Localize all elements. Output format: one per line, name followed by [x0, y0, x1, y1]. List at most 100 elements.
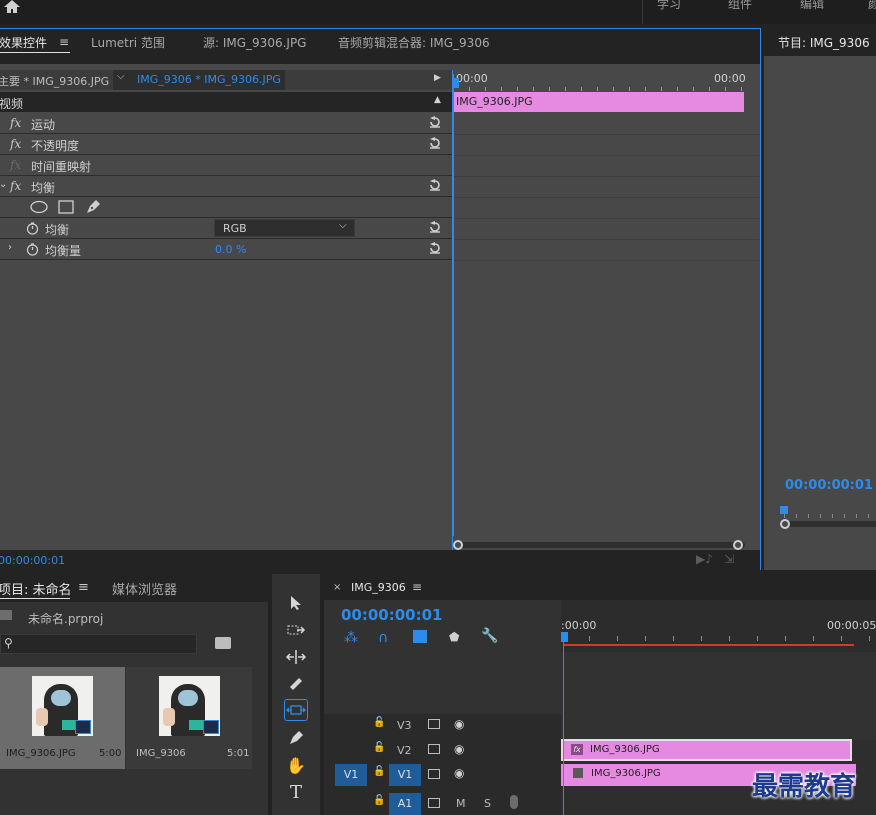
export-icon[interactable]: ⇲	[724, 552, 734, 566]
panel-menu-icon[interactable]: ≡	[59, 35, 69, 49]
slip-tool-icon[interactable]	[284, 699, 308, 721]
media-item-duration: 5:01	[227, 748, 250, 759]
clip-v2[interactable]: fx IMG_9306.JPG	[561, 739, 852, 761]
search-input[interactable]: ⚲	[0, 634, 197, 654]
master-clip-label[interactable]: 主要 * IMG_9306.JPG	[0, 73, 109, 89]
program-playhead[interactable]	[780, 506, 788, 514]
timeline-ruler-start: :00:00	[561, 619, 597, 632]
tab-media-browser[interactable]: 媒体浏览器	[112, 579, 177, 598]
effect-row-time-remap[interactable]: fx 时间重映射	[0, 155, 452, 176]
project-file-name: 未命名.prproj	[28, 612, 104, 626]
tab-sequence[interactable]: IMG_9306	[351, 581, 406, 594]
pen-mask-icon[interactable]	[85, 199, 101, 215]
program-zoom-handle[interactable]	[780, 519, 790, 529]
zoom-scrollbar[interactable]	[453, 542, 745, 548]
find-icon[interactable]	[215, 637, 231, 649]
mute-button[interactable]: M	[456, 797, 466, 810]
media-item-name: IMG_9306	[136, 748, 186, 759]
source-patch-v1[interactable]: V1	[335, 764, 367, 786]
sequence-clip-dropdown[interactable]: ⌵ IMG_9306 * IMG_9306.JPG	[113, 70, 285, 90]
effect-controls-panel: 效果控件 ≡ Lumetri 范围 源: IMG_9306.JPG 音频剪辑混合…	[0, 28, 761, 570]
expand-arrow-icon[interactable]: ▶	[434, 73, 441, 83]
eye-icon[interactable]: ◉	[454, 717, 464, 731]
program-timecode[interactable]: 00:00:00:01	[785, 478, 873, 493]
effect-row-equalize[interactable]: ⌄ fx 均衡	[0, 176, 452, 197]
lock-icon[interactable]: 🔓	[373, 717, 385, 728]
microphone-icon[interactable]	[510, 795, 518, 809]
play-audio-icon[interactable]: ▶♪	[696, 552, 713, 566]
reset-icon[interactable]	[428, 136, 442, 150]
razor-tool-icon[interactable]	[284, 673, 308, 695]
workspace-tab-editing[interactable]: 编辑	[800, 0, 824, 12]
rectangle-mask-icon[interactable]	[58, 200, 74, 214]
collapse-up-icon[interactable]: ▲	[434, 95, 441, 105]
effect-status-bar: 00:00:00:01 ▶♪ ⇲	[0, 550, 760, 570]
sync-icon[interactable]	[428, 719, 440, 729]
eye-icon[interactable]: ◉	[454, 742, 464, 756]
eye-icon[interactable]: ◉	[454, 766, 464, 780]
tab-lumetri-scopes[interactable]: Lumetri 范围	[91, 34, 165, 51]
type-tool-icon[interactable]: T	[284, 781, 308, 803]
effect-row-line	[453, 134, 759, 135]
reset-icon[interactable]	[428, 220, 442, 234]
workspace-tab-assembly[interactable]: 组件	[728, 0, 752, 12]
sync-icon[interactable]	[428, 744, 440, 754]
effect-row-motion[interactable]: fx 运动	[0, 113, 452, 134]
effect-row-opacity[interactable]: fx 不透明度	[0, 134, 452, 155]
track-name[interactable]: V1	[389, 764, 421, 786]
panel-menu-icon[interactable]: ≡	[412, 580, 422, 594]
close-icon[interactable]: ×	[333, 582, 341, 593]
expand-chevron-icon[interactable]: ⌄	[0, 179, 7, 190]
zoom-handle-right[interactable]	[733, 540, 743, 550]
media-item[interactable]: IMG_9306.JPG 5:00	[0, 667, 125, 769]
tab-audio-clip-mixer[interactable]: 音频剪辑混合器: IMG_9306	[338, 34, 490, 51]
panel-menu-icon[interactable]: ≡	[78, 580, 89, 595]
reset-icon[interactable]	[428, 115, 442, 129]
stopwatch-icon[interactable]	[26, 222, 39, 235]
pen-tool-icon[interactable]	[284, 727, 308, 749]
tab-effect-controls[interactable]: 效果控件	[0, 34, 47, 51]
sync-icon[interactable]	[428, 769, 440, 779]
workspace-tab-color[interactable]: 颜	[868, 0, 876, 12]
expand-arrow-icon[interactable]: ›	[8, 242, 12, 253]
video-section-header[interactable]: 视频 ▲	[0, 92, 452, 112]
lock-icon[interactable]: 🔓	[373, 766, 385, 777]
tab-project[interactable]: 项目: 未命名	[0, 579, 72, 598]
stopwatch-icon[interactable]	[26, 243, 39, 256]
hand-tool-icon[interactable]: ✋	[284, 754, 308, 776]
snap-icon[interactable]: ∩	[378, 630, 388, 646]
linked-selection-icon[interactable]	[413, 630, 427, 643]
timeline-timecode[interactable]: 00:00:00:01	[341, 606, 443, 624]
track-select-tool-icon[interactable]	[284, 619, 308, 641]
zoom-handle-left[interactable]	[453, 540, 463, 550]
ellipse-mask-icon[interactable]	[30, 200, 48, 214]
fx-badge-icon	[573, 768, 583, 778]
lock-icon[interactable]: 🔓	[373, 795, 385, 806]
solo-button[interactable]: S	[484, 797, 491, 810]
reset-icon[interactable]	[428, 178, 442, 192]
param-label-amount: 均衡量	[45, 244, 82, 258]
effect-timecode[interactable]: 00:00:00:01	[0, 554, 65, 567]
clip-selector-bar: 主要 * IMG_9306.JPG ⌵ IMG_9306 * IMG_9306.…	[0, 70, 452, 90]
amount-value[interactable]: 0.0 %	[215, 243, 246, 256]
media-item[interactable]: IMG_9306 5:01	[126, 667, 252, 769]
selection-tool-icon[interactable]	[284, 592, 308, 614]
add-marker-icon[interactable]: ⬟	[449, 630, 459, 644]
lock-icon[interactable]: 🔓	[373, 742, 385, 753]
wrench-icon[interactable]: 🔧	[481, 628, 498, 644]
workspace-tab-learn[interactable]: 学习	[657, 0, 681, 12]
folder-icon	[0, 610, 12, 620]
home-icon[interactable]	[2, 0, 22, 14]
equalize-mode-select[interactable]: RGB ⌵	[214, 219, 355, 237]
timeline-playhead-marker[interactable]	[561, 632, 568, 642]
reset-icon[interactable]	[428, 241, 442, 255]
program-scrollbar[interactable]	[780, 521, 876, 527]
ripple-edit-tool-icon[interactable]	[284, 646, 308, 668]
work-area-bar[interactable]	[564, 644, 854, 646]
nest-icon[interactable]: ⁂	[344, 630, 358, 646]
effect-clip-bar[interactable]: IMG_9306.JPG	[453, 92, 744, 112]
program-monitor-title[interactable]: 节目: IMG_9306	[778, 34, 870, 51]
track-name[interactable]: A1	[389, 793, 421, 815]
tab-source[interactable]: 源: IMG_9306.JPG	[203, 34, 306, 51]
sync-icon[interactable]	[428, 798, 440, 808]
